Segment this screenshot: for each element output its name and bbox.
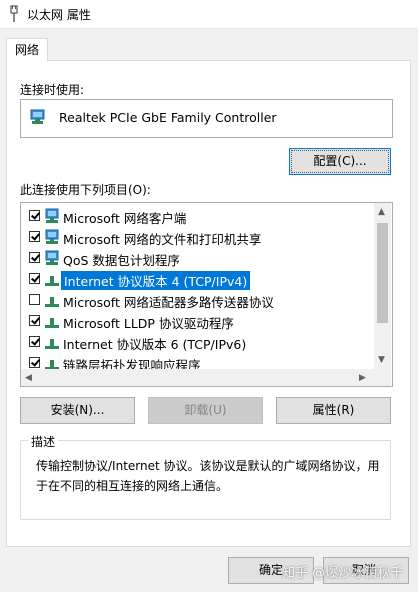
tab-network[interactable]: 网络 <box>6 38 48 62</box>
configure-button[interactable]: 配置(C)... <box>289 148 391 175</box>
qos-icon <box>45 250 59 265</box>
checkbox[interactable] <box>29 294 40 305</box>
scroll-right-icon[interactable]: ▶ <box>359 373 366 383</box>
list-item-ipv4[interactable]: Internet 协议版本 4 (TCP/IPv4) <box>21 269 373 290</box>
checkbox[interactable] <box>29 231 40 242</box>
list-item-file-share[interactable]: Microsoft 网络的文件和打印机共享 <box>21 227 373 247</box>
protocol-icon <box>45 339 59 349</box>
item-label: Microsoft LLDP 协议驱动程序 <box>63 316 234 331</box>
vertical-scrollbar[interactable]: ▲ ▼ <box>374 203 391 369</box>
checkbox[interactable] <box>29 315 40 326</box>
item-label: Microsoft 网络客户端 <box>63 211 187 226</box>
items-label: 此连接使用下列项目(O): <box>20 183 151 197</box>
adapter-name: Realtek PCIe GbE Family Controller <box>59 110 277 125</box>
description-text: 传输控制协议/Internet 协议。该协议是默认的广域网络协议，用于在不同的相… <box>36 459 380 493</box>
horizontal-scrollbar[interactable]: ◀ ▶ <box>21 369 374 386</box>
scroll-down-icon[interactable]: ▼ <box>378 355 385 365</box>
list-item-network-client[interactable]: Microsoft 网络客户端 <box>21 206 373 226</box>
list-item-multiplexor[interactable]: Microsoft 网络适配器多路传送器协议 <box>21 290 373 310</box>
protocol-icon <box>45 318 59 328</box>
install-button[interactable]: 安装(N)... <box>20 397 135 424</box>
network-client-icon <box>45 208 59 223</box>
scroll-corner <box>374 369 391 386</box>
item-label: Internet 协议版本 6 (TCP/IPv6) <box>63 337 247 352</box>
network-cable-icon <box>10 5 18 22</box>
checkbox[interactable] <box>29 336 40 347</box>
properties-button[interactable]: 属性(R) <box>276 397 391 424</box>
list-item-ipv6[interactable]: Internet 协议版本 6 (TCP/IPv6) <box>21 332 373 352</box>
vertical-scroll-thumb[interactable] <box>377 223 388 323</box>
connect-using-label: 连接时使用: <box>20 83 85 97</box>
checkbox[interactable] <box>29 252 40 263</box>
list-item-qos[interactable]: QoS 数据包计划程序 <box>21 248 373 268</box>
focus-rect <box>291 150 389 173</box>
uninstall-button[interactable]: 卸载(U) <box>148 397 263 424</box>
checkbox[interactable] <box>29 273 40 284</box>
item-label: QoS 数据包计划程序 <box>63 253 180 268</box>
watermark: 知乎 @爆炒冰镇秋千 <box>282 566 404 581</box>
item-label: Microsoft 网络的文件和打印机共享 <box>63 232 262 247</box>
protocol-icon <box>45 276 59 286</box>
file-share-icon <box>45 229 59 244</box>
scroll-up-icon[interactable]: ▲ <box>378 207 385 217</box>
window-title: 以太网 属性 <box>27 8 91 22</box>
item-label: Internet 协议版本 4 (TCP/IPv4) <box>61 271 251 290</box>
item-label: Microsoft 网络适配器多路传送器协议 <box>63 295 274 310</box>
network-adapter-icon <box>30 109 45 124</box>
scroll-left-icon[interactable]: ◀ <box>25 373 32 383</box>
list-item-lldp[interactable]: Microsoft LLDP 协议驱动程序 <box>21 311 373 331</box>
adapter-box: Realtek PCIe GbE Family Controller <box>20 99 393 138</box>
components-list[interactable]: Microsoft 网络客户端 Microsoft 网络的文件和打印机共享 Qo… <box>20 202 393 387</box>
protocol-icon <box>45 297 59 307</box>
checkbox[interactable] <box>29 210 40 221</box>
checkbox[interactable] <box>29 357 40 368</box>
title-bar: 以太网 属性 <box>0 0 418 29</box>
description-legend: 描述 <box>28 433 59 450</box>
